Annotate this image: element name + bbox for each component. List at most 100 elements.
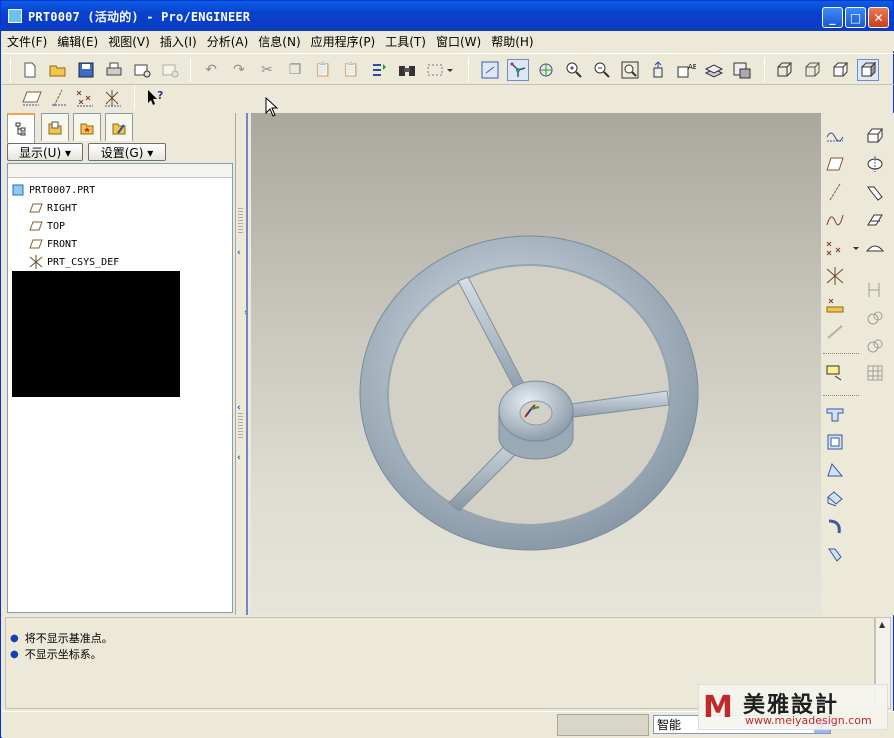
email-icon[interactable] bbox=[131, 59, 153, 81]
menu-bar: 文件(F) 编辑(E) 视图(V) 插入(I) 分析(A) 信息(N) 应用程序… bbox=[2, 31, 894, 51]
print-icon[interactable] bbox=[103, 59, 125, 81]
hidden-line-icon[interactable] bbox=[801, 59, 823, 81]
sweep-tool-icon[interactable] bbox=[863, 181, 887, 203]
sash-collapse-icon[interactable]: ‹ bbox=[237, 403, 241, 413]
menu-window[interactable]: 窗口(W) bbox=[431, 33, 486, 50]
tree-item-right[interactable]: RIGHT bbox=[28, 201, 77, 215]
model-tree-panel[interactable]: PRT0007.PRT RIGHT TOP FRONT PRT_CSYS_DEF bbox=[7, 163, 233, 613]
trim-tool-icon[interactable] bbox=[823, 543, 847, 565]
datum-point-display-icon[interactable] bbox=[74, 87, 96, 109]
menu-analysis[interactable]: 分析(A) bbox=[202, 33, 254, 50]
tree-root[interactable]: PRT0007.PRT bbox=[10, 183, 95, 197]
regenerate-icon[interactable] bbox=[368, 59, 390, 81]
thicken-tool-icon[interactable] bbox=[823, 487, 847, 509]
message-line: ● 将不显示基准点。 bbox=[10, 630, 113, 646]
paste-icon[interactable]: 📋 bbox=[312, 59, 334, 81]
model-tree-tab[interactable] bbox=[7, 113, 35, 143]
extrude-tool-icon[interactable] bbox=[863, 124, 887, 146]
datum-point-tool-icon[interactable] bbox=[823, 237, 861, 259]
zoom-out-icon[interactable] bbox=[591, 59, 613, 81]
menu-insert[interactable]: 插入(I) bbox=[155, 33, 202, 50]
window-title: PRT0007 (活动的) - Pro/ENGINEER bbox=[28, 9, 251, 24]
hole-tool-icon[interactable] bbox=[863, 279, 887, 301]
navigator-sash[interactable]: ‹ › ‹ ‹ bbox=[235, 113, 249, 615]
connections-tab[interactable] bbox=[105, 113, 133, 141]
datum-plane-display-icon[interactable] bbox=[18, 87, 44, 109]
spin-center-icon[interactable] bbox=[507, 59, 529, 81]
zoom-in-icon[interactable] bbox=[563, 59, 585, 81]
part-icon bbox=[10, 183, 26, 197]
menu-help[interactable]: 帮助(H) bbox=[486, 33, 538, 50]
refit-icon[interactable] bbox=[619, 59, 641, 81]
pattern-tool-icon[interactable] bbox=[863, 362, 887, 384]
find-icon[interactable] bbox=[396, 59, 418, 81]
layers-icon[interactable] bbox=[703, 59, 725, 81]
csys-tool-icon[interactable] bbox=[823, 265, 847, 287]
tree-item-front[interactable]: FRONT bbox=[28, 237, 77, 251]
scroll-up-icon[interactable]: ▲ bbox=[879, 620, 885, 629]
menu-view[interactable]: 视图(V) bbox=[103, 33, 155, 50]
menu-tools[interactable]: 工具(T) bbox=[380, 33, 431, 50]
help-whats-this-icon[interactable]: ? bbox=[144, 87, 166, 109]
coordinate-system-display-icon[interactable] bbox=[102, 87, 124, 109]
orient-icon[interactable] bbox=[535, 59, 557, 81]
save-icon[interactable] bbox=[75, 59, 97, 81]
maximize-button[interactable]: □ bbox=[845, 7, 866, 28]
settings-dropdown-button[interactable]: 设置(G) ▾ bbox=[88, 143, 166, 161]
shading-icon[interactable] bbox=[857, 59, 879, 81]
datum-plane-icon bbox=[28, 237, 44, 251]
tree-item-top[interactable]: TOP bbox=[28, 219, 65, 233]
sketch-tool-icon[interactable] bbox=[823, 124, 847, 146]
menu-file[interactable]: 文件(F) bbox=[2, 33, 52, 50]
open-icon[interactable] bbox=[47, 59, 69, 81]
graphics-viewport[interactable] bbox=[251, 113, 821, 615]
filter-value: 智能 bbox=[657, 718, 682, 732]
title-bar[interactable]: PRT0007 (活动的) - Pro/ENGINEER _ □ ✕ bbox=[1, 1, 893, 31]
offset-tool-icon[interactable] bbox=[823, 459, 847, 481]
repaint-icon[interactable] bbox=[479, 59, 501, 81]
sash-collapse-icon[interactable]: ‹ bbox=[237, 453, 241, 463]
shell-tool-icon[interactable] bbox=[863, 237, 887, 259]
round-tool-icon[interactable] bbox=[863, 307, 887, 329]
chamfer-tool-icon[interactable] bbox=[863, 335, 887, 357]
redo-icon[interactable]: ↷ bbox=[228, 59, 250, 81]
navigator-buttons: 显示(U) ▾ 设置(G) ▾ bbox=[7, 143, 233, 161]
datum-plane-tool-icon[interactable] bbox=[823, 153, 847, 175]
copy-icon[interactable]: ❐ bbox=[284, 59, 306, 81]
sash-collapse-icon[interactable]: ‹ bbox=[237, 248, 241, 258]
new-icon[interactable] bbox=[19, 59, 41, 81]
datum-axis-display-icon[interactable] bbox=[48, 87, 70, 109]
menu-applications[interactable]: 应用程序(P) bbox=[306, 33, 381, 50]
datum-axis-tool-icon[interactable] bbox=[823, 181, 847, 203]
cut-icon[interactable]: ✂ bbox=[256, 59, 278, 81]
view-manager-icon[interactable] bbox=[731, 59, 753, 81]
favorites-tab[interactable] bbox=[73, 113, 101, 141]
paste-special-icon[interactable]: 📋 bbox=[340, 59, 362, 81]
minimize-button[interactable]: _ bbox=[822, 7, 843, 28]
datum-graph-tool-icon[interactable] bbox=[823, 321, 847, 343]
merge-tool-icon[interactable] bbox=[823, 515, 847, 537]
annotation-tool-icon[interactable] bbox=[823, 362, 847, 384]
no-hidden-icon[interactable] bbox=[829, 59, 851, 81]
tree-item-csys[interactable]: PRT_CSYS_DEF bbox=[28, 255, 119, 269]
menu-info[interactable]: 信息(N) bbox=[253, 33, 305, 50]
close-button[interactable]: ✕ bbox=[868, 7, 889, 28]
tree-item-label: RIGHT bbox=[47, 202, 78, 214]
svg-text:AB: AB bbox=[688, 63, 696, 71]
folder-browser-tab[interactable] bbox=[41, 113, 69, 141]
blend-tool-icon[interactable] bbox=[863, 209, 887, 231]
info-bullet-icon: ● bbox=[10, 648, 19, 660]
rib-tool-icon[interactable] bbox=[823, 403, 847, 425]
show-dropdown-button[interactable]: 显示(U) ▾ bbox=[7, 143, 83, 161]
draft-tool-icon[interactable] bbox=[823, 431, 847, 453]
revolve-tool-icon[interactable] bbox=[863, 153, 887, 175]
view-list-icon[interactable]: AB bbox=[675, 59, 697, 81]
wireframe-icon[interactable] bbox=[773, 59, 795, 81]
analysis-tool-icon[interactable] bbox=[823, 293, 847, 315]
undo-icon[interactable]: ↶ bbox=[200, 59, 222, 81]
reorient-icon[interactable] bbox=[647, 59, 669, 81]
datum-plane-icon bbox=[28, 219, 44, 233]
select-box-icon[interactable] bbox=[424, 59, 456, 81]
datum-curve-tool-icon[interactable] bbox=[823, 209, 847, 231]
menu-edit[interactable]: 编辑(E) bbox=[52, 33, 103, 50]
